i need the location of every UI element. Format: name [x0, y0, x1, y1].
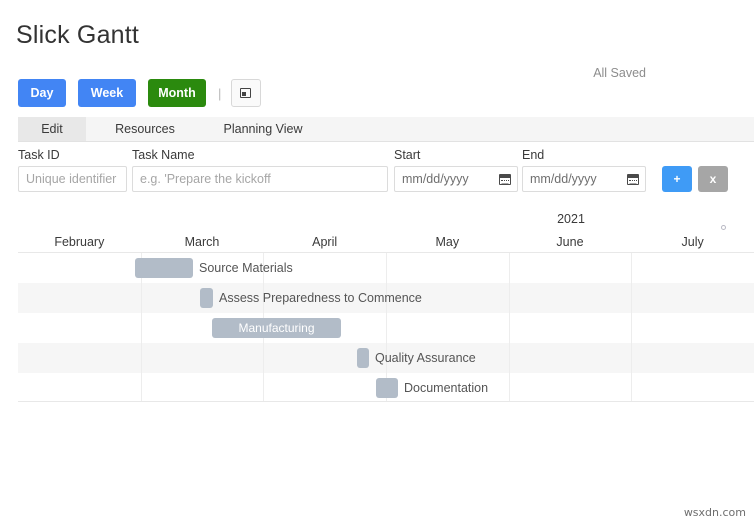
week-scale-button[interactable]: Week — [78, 79, 136, 107]
gantt-bar[interactable] — [135, 258, 193, 278]
add-task-button[interactable]: + — [662, 166, 692, 192]
watermark: wsxdn.com — [684, 506, 746, 519]
gantt-bar-label: Source Materials — [199, 258, 293, 278]
calendar-picker-icon[interactable] — [623, 168, 645, 190]
scale-toolbar: Day Week Month | — [18, 79, 261, 107]
start-date-label: Start — [394, 147, 420, 163]
month-scale-button[interactable]: Month — [148, 79, 206, 107]
gantt-year-label: 2021 — [203, 211, 754, 227]
gantt-bar[interactable] — [357, 348, 369, 368]
gantt-grid: Source Materials Assess Preparedness to C… — [18, 252, 754, 402]
end-date-label: End — [522, 147, 544, 163]
calendar-icon — [240, 87, 253, 100]
gantt-bar[interactable] — [376, 378, 398, 398]
delete-task-button[interactable]: x — [698, 166, 728, 192]
save-status: All Saved — [593, 65, 646, 81]
tab-resources[interactable]: Resources — [86, 117, 204, 141]
month-label: April — [263, 232, 386, 252]
calendar-toggle-button[interactable] — [231, 79, 261, 107]
gantt-month-header: FebruaryMarchAprilMayJuneJuly — [18, 232, 754, 252]
gantt-bar-label: Assess Preparedness to Commence — [219, 288, 422, 308]
day-scale-button[interactable]: Day — [18, 79, 66, 107]
task-name-input[interactable] — [132, 166, 388, 192]
start-date-field[interactable] — [394, 166, 518, 192]
month-label: March — [141, 232, 264, 252]
task-id-label: Task ID — [18, 147, 60, 163]
timeline-marker-icon — [721, 225, 726, 230]
gantt-chart: 2021 FebruaryMarchAprilMayJuneJuly Sourc… — [18, 206, 754, 402]
toolbar-separator: | — [218, 86, 221, 101]
tab-planning-view[interactable]: Planning View — [204, 117, 322, 141]
calendar-picker-icon[interactable] — [495, 168, 517, 190]
gantt-bar[interactable]: Manufacturing — [212, 318, 341, 338]
task-edit-form: Task ID Task Name Start End + x — [18, 141, 754, 199]
gantt-bar[interactable] — [200, 288, 213, 308]
tab-bar: Edit Resources Planning View — [18, 117, 754, 142]
tab-edit[interactable]: Edit — [18, 117, 86, 141]
month-label: May — [386, 232, 509, 252]
gantt-bar-label: Documentation — [404, 378, 488, 398]
gantt-bar-label: Quality Assurance — [375, 348, 476, 368]
grid-line — [509, 253, 510, 401]
month-label: July — [631, 232, 754, 252]
end-date-input[interactable] — [523, 172, 623, 186]
month-label: February — [18, 232, 141, 252]
page-title: Slick Gantt — [16, 20, 139, 50]
task-id-input[interactable] — [18, 166, 127, 192]
task-name-label: Task Name — [132, 147, 195, 163]
month-label: June — [509, 232, 632, 252]
grid-line — [631, 253, 632, 401]
start-date-input[interactable] — [395, 172, 495, 186]
end-date-field[interactable] — [522, 166, 646, 192]
